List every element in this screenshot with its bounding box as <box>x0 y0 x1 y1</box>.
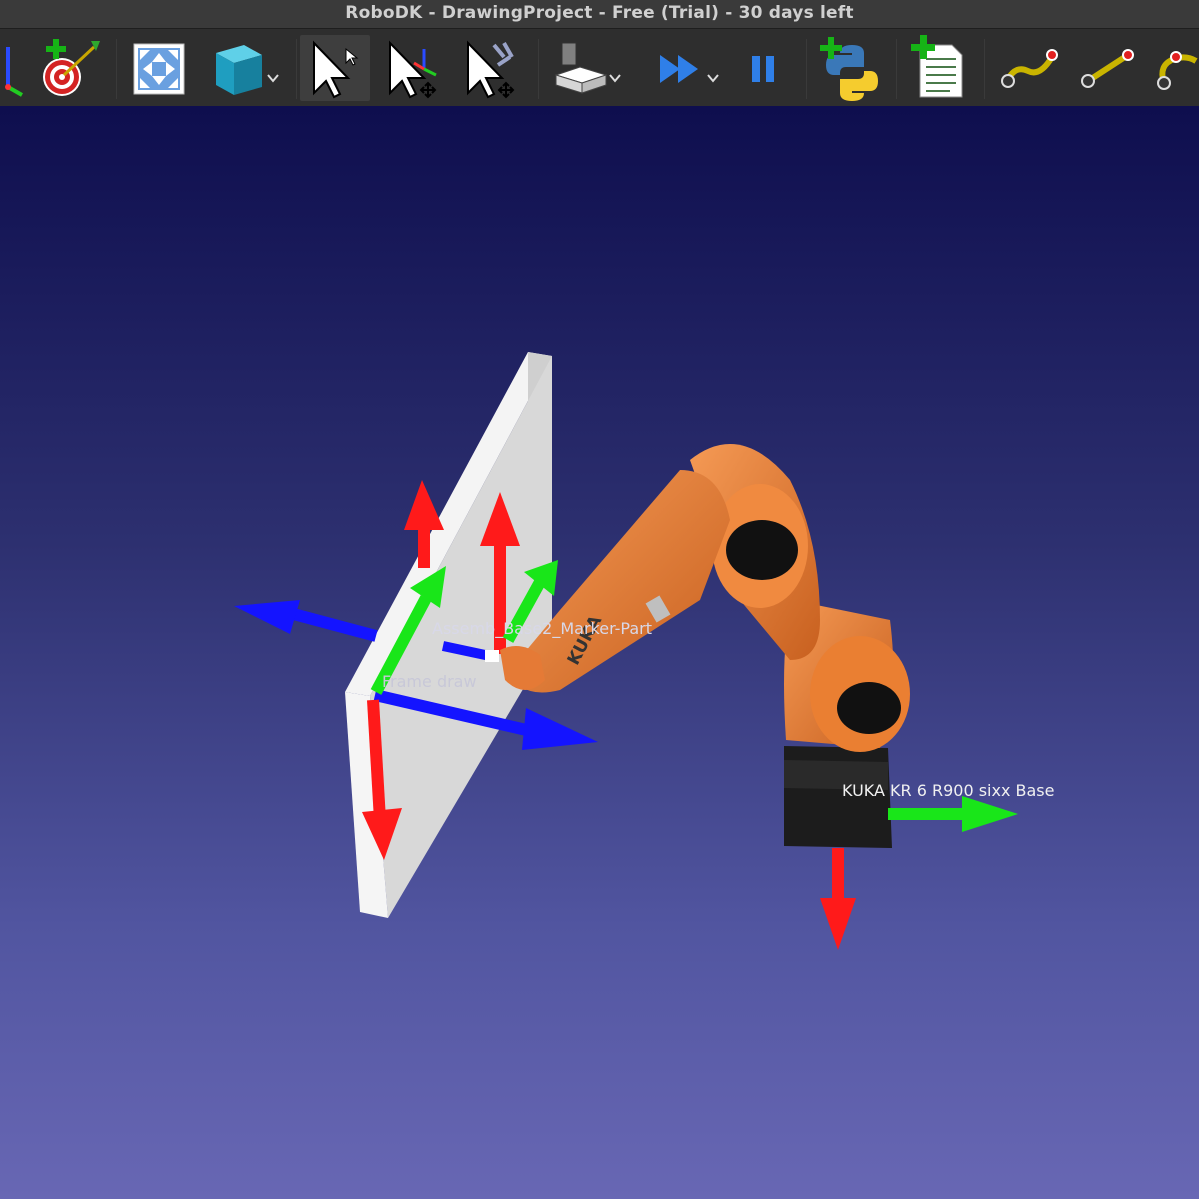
frame-label: Frame draw <box>382 672 477 691</box>
move-reference-icon[interactable] <box>380 35 446 101</box>
pause-simulation-icon[interactable] <box>740 35 790 101</box>
scene-canvas[interactable]: KUKA <box>0 106 1199 1199</box>
fast-simulation-icon[interactable] <box>652 35 728 101</box>
fit-all-icon[interactable] <box>128 35 190 101</box>
window-title: RoboDK - DrawingProject - Free (Trial) -… <box>0 0 1199 28</box>
robot-base-label: KUKA KR 6 R900 sixx Base <box>842 781 1055 800</box>
add-python-program-icon[interactable] <box>818 35 884 101</box>
reference-frame-icon[interactable] <box>0 35 26 101</box>
render-mode-icon[interactable] <box>550 35 626 101</box>
move-linear-icon[interactable] <box>1074 35 1142 101</box>
main-toolbar <box>0 28 1199 108</box>
view-cube-icon[interactable] <box>210 35 286 101</box>
move-joint-icon[interactable] <box>996 35 1064 101</box>
add-program-icon[interactable] <box>906 35 972 101</box>
add-target-icon[interactable] <box>38 35 104 101</box>
part-label: Assemb_Base2_Marker-Part <box>432 619 652 638</box>
3d-viewport[interactable]: KUKA Assemb_Base2_Marker-Part Frame draw… <box>0 106 1199 1199</box>
move-circular-icon[interactable] <box>1150 35 1199 101</box>
select-pointer-icon[interactable] <box>300 35 370 101</box>
move-tool-icon[interactable] <box>458 35 524 101</box>
